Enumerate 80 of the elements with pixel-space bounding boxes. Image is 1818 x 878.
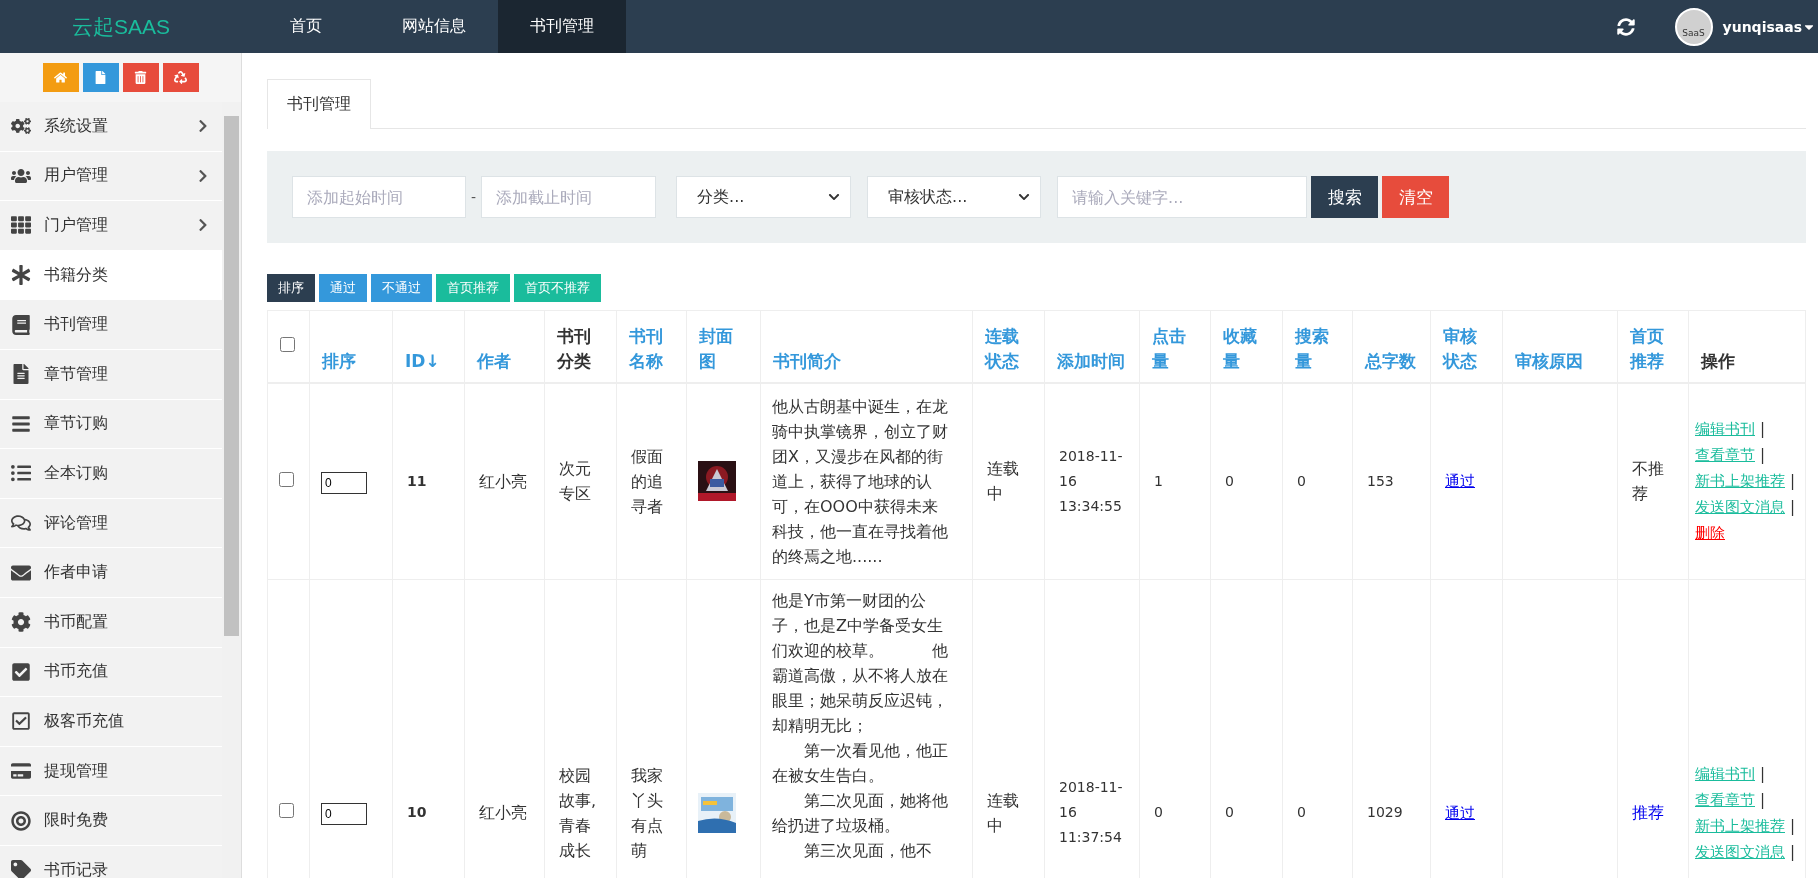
category-cell-text: 次元专区 [559,458,592,506]
tab[interactable]: 书刊管理 [267,79,371,129]
home-icon [54,71,67,84]
order-field[interactable]: 0 [321,471,367,494]
column-header: 操作 [1701,349,1736,373]
tag-icon [8,860,34,878]
start-date-field[interactable]: 添加起始时间 [292,176,466,218]
action-button[interactable]: 排序 [267,274,315,302]
grid-icon [8,215,34,236]
chevron-down-icon [1018,191,1031,203]
id-cell-text: 10 [407,803,428,822]
audit-select[interactable]: 审核状态... [867,176,1042,218]
nav-tab[interactable]: 网站信息 [370,0,498,53]
nav-tab[interactable]: 首页 [242,0,370,53]
sidebar-item[interactable]: 书籍分类 [0,250,222,301]
favorites-cell-text: 0 [1225,803,1235,822]
gears-icon [8,116,34,137]
title-cell-text: 我家丫头有点萌 [631,764,664,862]
row-checkbox[interactable] [279,803,294,818]
file-icon [94,71,107,84]
logo[interactable]: 云起SAAS [0,0,242,53]
recycle-button[interactable] [162,63,199,92]
audit-link[interactable]: 通过 [1445,803,1475,822]
searches-cell-text: 0 [1297,471,1307,491]
category-select[interactable]: 分类... [676,176,852,218]
delete-button[interactable] [122,63,159,92]
separator: | [1760,764,1766,783]
status-cell-text: 连载中 [987,789,1020,837]
separator: | [1790,842,1796,861]
separator: | [1760,790,1766,809]
clicks-cell-text: 0 [1154,803,1164,822]
dash: - [471,189,477,205]
list-icon [8,463,34,484]
order-field[interactable]: 0 [321,803,367,825]
date-cell-text: 2018-11-16 11:37:54 [1059,778,1124,847]
recycle-icon [174,71,187,84]
audit-link[interactable]: 通过 [1445,472,1475,491]
separator: | [1790,498,1796,517]
date-cell-text: 2018-11-16 13:34:55 [1059,446,1124,516]
clear-button[interactable]: 清空 [1382,176,1450,218]
words-cell-text: 1029 [1367,803,1404,822]
author-cell-text: 红小亮 [479,802,528,824]
recommend-status: 推荐 [1632,802,1665,824]
end-date-field[interactable]: 添加截止时间 [481,176,657,218]
chevron-down-icon [828,191,841,203]
comments-icon [8,513,34,534]
delete-link[interactable]: 删除 [1695,524,1725,543]
trash-icon [134,71,147,84]
search-button[interactable]: 搜索 [1311,176,1379,218]
intro-text: 第二次见面，她将他给扔进了垃圾桶。 [772,790,949,837]
words-cell-text: 153 [1367,471,1395,491]
avatar[interactable]: SaaS [1674,7,1713,46]
intro-text: 第三次见面，他不 [803,840,933,862]
file-button[interactable] [82,63,119,92]
separator: | [1760,446,1766,465]
column-header: 书刊分类 [557,324,592,373]
favorites-cell-text: 0 [1225,471,1235,491]
intro-text: 他从古朗基中诞生，在龙骑中执掌镜界，创立了财团X，又漫步在风都的街道上，获得了地球的认可，在OOO中获得未来科技，他一直在寻找着他的终焉之地...... [772,395,949,568]
searches-cell-text: 0 [1297,803,1307,822]
title-cell-text: 假面的追寻者 [631,445,664,518]
separator: | [1790,816,1796,835]
keyword-field[interactable]: 请输入关键字... [1057,176,1308,218]
row-checkbox[interactable] [279,471,294,487]
nav-tab[interactable]: 书刊管理 [498,0,626,53]
home-button[interactable] [42,63,79,92]
separator: | [1790,472,1796,491]
intro-text: 他是Y市第一财团的公子，也是Z中学备受女生们欢迎的校草。 他霸道高傲，从不将人放在眼里；她呆萌反应迟钝，却精明无比； [772,590,949,737]
author-cell-text: 红小亮 [479,470,528,493]
recommend-status: 不推荐 [1632,458,1665,506]
status-cell-text: 连载中 [987,458,1020,506]
category-cell-text: 校园故事,青春成长 [559,764,598,862]
credit-card-icon [8,761,34,781]
id-cell-text: 11 [407,471,428,491]
target-icon [8,810,34,831]
intro-text: 第一次看见他，他正在被女生告白。 [772,740,949,787]
select-all-checkbox[interactable] [280,336,295,352]
separator: | [1760,420,1766,439]
clicks-cell-text: 1 [1154,471,1164,491]
user-menu[interactable]: yunqisaas [1722,18,1816,35]
refresh-icon[interactable] [1616,17,1635,36]
